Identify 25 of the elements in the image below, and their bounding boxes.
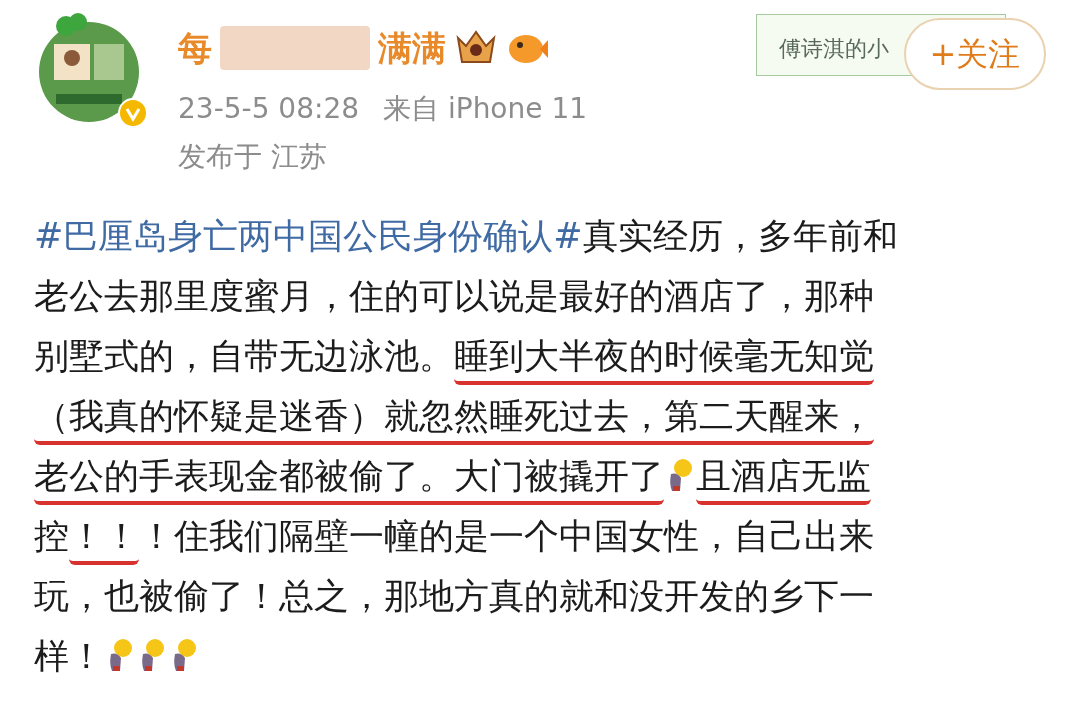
post-source: 来自 iPhone 11 bbox=[383, 91, 587, 127]
hashtag-link[interactable]: #巴厘岛身亡两中国公民身份确认# bbox=[34, 215, 583, 265]
post-text: 老公去那里度蜜月，住的可以说是最好的酒店了，那种 bbox=[34, 275, 874, 318]
post-location: 发布于 江苏 bbox=[178, 139, 328, 175]
username[interactable]: 满满 bbox=[378, 22, 446, 74]
figure-icon bbox=[107, 638, 133, 672]
post-text: ！！ bbox=[69, 515, 139, 565]
post-text: 玩，也被偷了！总之，那地方真的就和没开发的乡下一 bbox=[34, 575, 874, 618]
post-text: 样！ bbox=[34, 635, 104, 678]
post-text: ！住我们隔壁一幢的是一个中国女性，自己出来 bbox=[139, 515, 874, 558]
username[interactable]: 每 bbox=[178, 22, 212, 74]
post-text: 老公的手表现金都被偷了。大门被撬开了 bbox=[34, 455, 664, 505]
post-text: 且酒店无监 bbox=[696, 455, 871, 505]
post-text: 控 bbox=[34, 515, 69, 558]
follow-button[interactable]: +关注 bbox=[904, 18, 1046, 90]
badge-text: 傅诗淇的小 bbox=[779, 34, 889, 63]
figure-icon bbox=[171, 638, 197, 672]
post-text: 真实经历，多年前和 bbox=[582, 215, 898, 258]
post-time: 23-5-5 08:28 bbox=[178, 91, 360, 127]
post-text: 别墅式的，自带无边泳池。 bbox=[34, 335, 454, 378]
post-text: （我真的怀疑是迷香）就忽然睡死过去，第二天醒来， bbox=[34, 395, 874, 445]
figure-icon bbox=[139, 638, 165, 672]
post-text: 睡到大半夜的时候毫无知觉 bbox=[454, 335, 874, 385]
figure-icon bbox=[667, 458, 693, 492]
avatar[interactable] bbox=[36, 12, 142, 122]
